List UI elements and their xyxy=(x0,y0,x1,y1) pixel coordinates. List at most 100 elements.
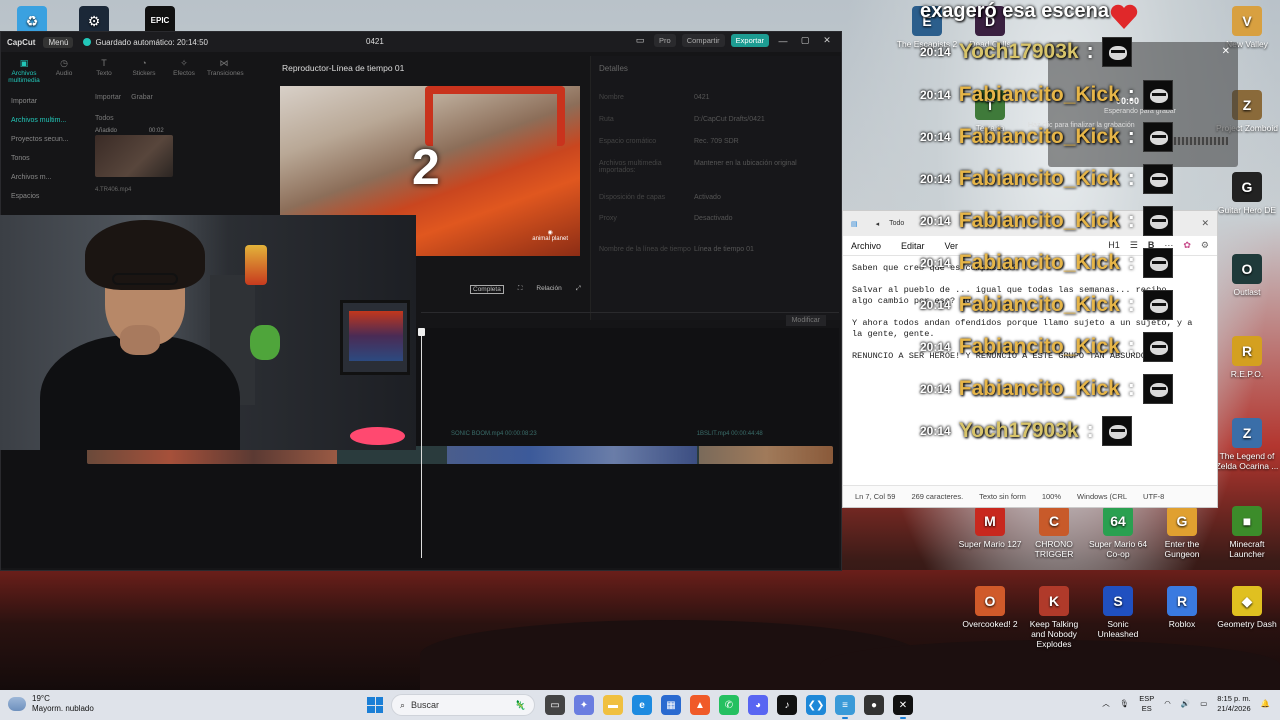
tool-audio[interactable]: ◷ Audio xyxy=(47,58,81,88)
copilot-icon[interactable]: ✦ xyxy=(574,695,594,715)
record-button[interactable]: Grabar xyxy=(131,94,153,101)
export-button[interactable]: Exportar xyxy=(730,34,769,47)
battery-icon[interactable]: ▭ xyxy=(1200,699,1207,709)
sidebar-item-media[interactable]: Archivos multim... xyxy=(7,111,83,130)
line-ending: Windows (CRL xyxy=(1077,492,1128,501)
pro-button[interactable]: Pro xyxy=(654,34,676,47)
notepad-window[interactable]: ▤ ◂ Todo ✕ Archivo Editar Ver H1 ☰ B ···… xyxy=(842,210,1218,508)
desktop-icon[interactable]: R R.E.P.O. xyxy=(1215,336,1279,379)
sidebar-item-tones[interactable]: Tonos xyxy=(7,149,83,168)
app-icon: G xyxy=(1232,172,1262,202)
tool-effects[interactable]: ✧ Efectos xyxy=(167,58,201,88)
desktop-icon[interactable]: D Dead Cells xyxy=(958,6,1022,49)
start-button[interactable] xyxy=(367,697,383,713)
desktop-icon[interactable]: O Overcooked! 2 xyxy=(958,586,1022,629)
menu-button[interactable]: Menú xyxy=(43,36,74,48)
list-icon[interactable]: ☰ xyxy=(1130,240,1138,251)
clip-c[interactable] xyxy=(699,446,833,464)
desktop-icon[interactable]: 64 Super Mario 64 Co-op xyxy=(1086,506,1150,559)
recording-widget[interactable]: ✕ 00:00 Esperando para grabar Haz clic p… xyxy=(1028,42,1238,167)
desktop-icon-label: CHRONO TRIGGER xyxy=(1034,539,1074,559)
language-indicator[interactable]: ESP ES xyxy=(1139,694,1154,714)
detail-row: Ruta D:/CapCut Drafts/0421 xyxy=(599,116,839,123)
clock[interactable]: 8:15 p. m. 21/4/2026 xyxy=(1217,694,1250,714)
close-icon[interactable]: ✕ xyxy=(819,35,835,46)
menu-file[interactable]: Archivo xyxy=(851,241,881,251)
desktop-icon[interactable]: O Outlast xyxy=(1215,254,1279,297)
wifi-icon[interactable]: ◠ xyxy=(1164,699,1171,709)
desktop-icon[interactable]: T Terraria xyxy=(958,90,1022,133)
fullscreen-icon[interactable]: ⤢ xyxy=(576,285,581,294)
media-actions: Importar Grabar xyxy=(95,94,153,101)
obs-icon[interactable]: ● xyxy=(864,695,884,715)
tool-transitions[interactable]: ⋈ Transiciones xyxy=(207,58,244,88)
desktop-icon-label: The Legend of Zelda Ocarina ... xyxy=(1215,451,1279,471)
maximize-icon[interactable]: ▢ xyxy=(797,35,813,46)
brave-icon[interactable]: ▲ xyxy=(690,695,710,715)
desktop-icon[interactable]: R Roblox xyxy=(1150,586,1214,629)
fit-icon[interactable]: ⛶ xyxy=(518,285,523,294)
desktop-icon[interactable]: G Enter the Gungeon xyxy=(1150,506,1214,559)
menu-view[interactable]: Ver xyxy=(945,241,959,251)
store-icon[interactable]: ▦ xyxy=(661,695,681,715)
microphone-icon[interactable]: 🎙 xyxy=(1120,699,1130,709)
notepad-text[interactable]: Saben que creo que es compasión? Salvar … xyxy=(843,256,1217,480)
notepad-icon[interactable]: ≡ xyxy=(835,695,855,719)
heading-dropdown[interactable]: H1 xyxy=(1108,240,1120,251)
bold-button[interactable]: B xyxy=(1148,240,1155,251)
filter-all[interactable]: Todos xyxy=(95,115,114,122)
ratio-button[interactable]: Relación xyxy=(536,285,561,294)
media-thumbnail[interactable] xyxy=(95,135,173,177)
tab-todo[interactable]: Todo xyxy=(889,220,904,227)
titlebar-actions: ▭ Pro Compartir Exportar — ▢ ✕ xyxy=(632,34,835,47)
cursor-position: Ln 7, Col 59 xyxy=(855,492,896,501)
volume-icon[interactable]: 🔊 xyxy=(1181,699,1190,709)
close-icon[interactable]: ✕ xyxy=(1201,218,1209,229)
app-icon: T xyxy=(975,90,1005,120)
vscode-icon[interactable]: ❮❯ xyxy=(806,695,826,715)
task-view-icon[interactable]: ▭ xyxy=(545,695,565,715)
share-button[interactable]: Compartir xyxy=(681,34,725,47)
desktop-icon[interactable]: G Guitar Hero DE xyxy=(1215,172,1279,215)
tiktok-icon[interactable]: ♪ xyxy=(777,695,797,715)
import-button[interactable]: Importar xyxy=(95,94,121,101)
desktop-icon[interactable]: Z The Legend of Zelda Ocarina ... xyxy=(1215,418,1279,471)
sidebar-item-files[interactable]: Archivos m... xyxy=(7,168,83,187)
whatsapp-icon[interactable]: ✆ xyxy=(719,695,739,715)
countdown-number: 2 xyxy=(412,139,440,195)
sidebar-item-spaces[interactable]: Espacios xyxy=(7,187,83,206)
weather-widget[interactable]: 19°C Mayorm. nublado xyxy=(8,694,94,714)
edge-icon[interactable]: e xyxy=(632,695,652,715)
file-explorer-icon[interactable]: ▬ xyxy=(603,695,623,715)
detail-key: Disposición de capas xyxy=(599,194,666,201)
playhead[interactable] xyxy=(418,328,425,558)
copilot-icon[interactable]: ✿ xyxy=(1183,240,1191,251)
sidebar-item-import[interactable]: Importar xyxy=(7,92,83,111)
full-quality-button[interactable]: Completa xyxy=(470,285,504,294)
chevron-up-icon[interactable]: ︿ xyxy=(1102,699,1110,709)
sidebar-item-projects[interactable]: Proyectos secun... xyxy=(7,130,83,149)
desktop-icon[interactable]: C CHRONO TRIGGER xyxy=(1022,506,1086,559)
search-box[interactable]: ⌕ Buscar 🦎 xyxy=(391,694,535,716)
menu-edit[interactable]: Editar xyxy=(901,241,925,251)
discord-icon[interactable]: ◕ xyxy=(748,695,768,715)
tab-back-icon[interactable]: ◂ xyxy=(876,220,880,228)
desktop-icon[interactable]: S Sonic Unleashed xyxy=(1086,586,1150,639)
settings-icon[interactable]: ⚙ xyxy=(1201,240,1209,251)
tool-text[interactable]: T Texto xyxy=(87,58,121,88)
clip-b[interactable] xyxy=(447,446,697,464)
tool-media[interactable]: ▣ Archivos multimedia xyxy=(7,58,41,88)
desktop-icon[interactable]: E The Escapists 2 xyxy=(895,6,959,49)
tool-stickers[interactable]: ◔ Stickers xyxy=(127,58,161,88)
desktop-icon[interactable]: ■ Minecraft Launcher xyxy=(1215,506,1279,559)
desktop-icon[interactable]: ◆ Geometry Dash xyxy=(1215,586,1279,629)
desktop-icon[interactable]: K Keep Talking and Nobody Explodes xyxy=(1022,586,1086,649)
layout-icon[interactable]: ▭ xyxy=(632,35,648,46)
capcut-icon[interactable]: ✕ xyxy=(893,695,913,719)
close-icon[interactable]: ✕ xyxy=(1222,46,1230,57)
desktop-icon[interactable]: M Super Mario 127 xyxy=(958,506,1022,549)
notification-icon[interactable]: 🔔 xyxy=(1261,699,1270,709)
project-name: 0421 xyxy=(366,37,384,46)
minimize-icon[interactable]: — xyxy=(775,36,791,46)
more-button[interactable]: ··· xyxy=(1164,240,1173,251)
